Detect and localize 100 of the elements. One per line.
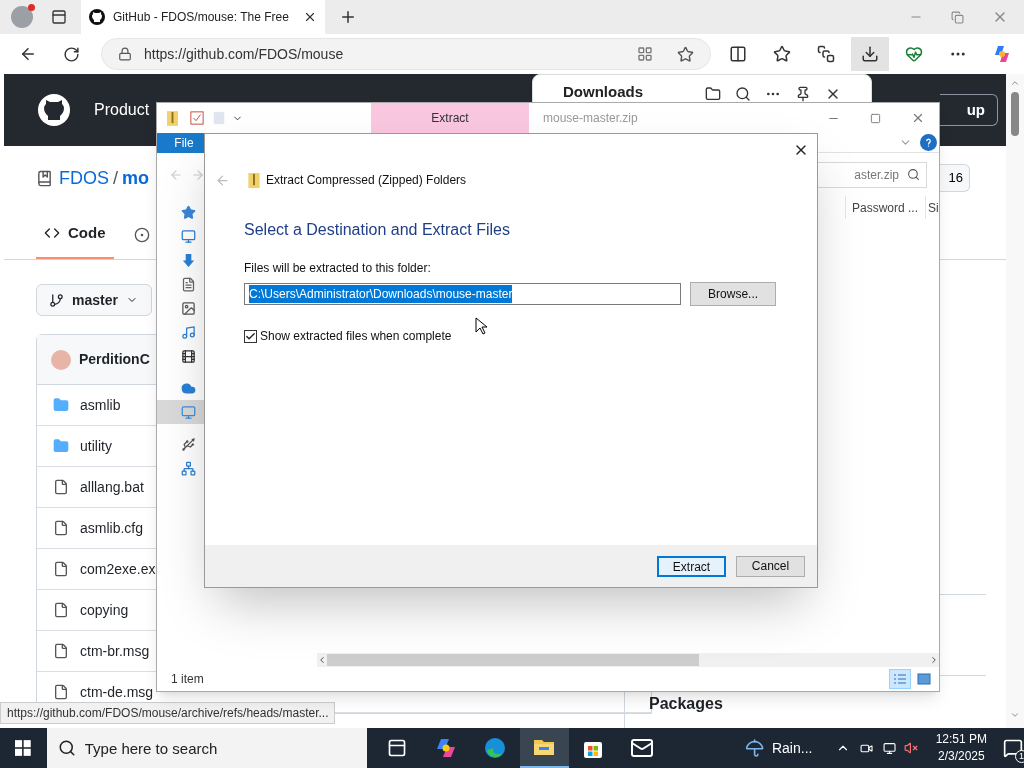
computer-icon — [181, 404, 196, 420]
profile-avatar[interactable] — [11, 6, 33, 28]
notification-count: 1 — [1015, 750, 1024, 763]
field-label: Files will be extracted to this folder: — [244, 260, 432, 277]
reload-icon[interactable] — [63, 45, 80, 63]
window-title: mouse-master.zip — [543, 110, 638, 127]
column-header[interactable]: Si — [925, 196, 939, 219]
umbrella-icon[interactable] — [744, 737, 764, 759]
usb-icon — [181, 436, 196, 452]
file-name-link[interactable]: utility — [80, 435, 112, 457]
start-icon[interactable] — [15, 739, 31, 757]
network-icon[interactable] — [882, 740, 896, 756]
back-icon[interactable] — [19, 45, 37, 63]
column-header[interactable]: Password ... — [845, 196, 925, 219]
help-icon[interactable] — [920, 134, 937, 151]
download-icon[interactable] — [851, 37, 889, 71]
repo-name-link[interactable]: mo — [122, 164, 150, 192]
notifications-button[interactable]: 1 — [1003, 736, 1024, 760]
branch-icon — [49, 292, 64, 308]
repo-tab[interactable]: Code — [36, 209, 114, 259]
file-name-link[interactable]: ctm-de.msg — [80, 681, 154, 703]
music-icon — [181, 324, 196, 340]
properties-icon[interactable] — [190, 111, 204, 125]
notification-icon — [1003, 738, 1024, 758]
destination-field[interactable]: C:\Users\Administrator\Downloads\mouse-master — [244, 283, 682, 305]
repo-owner-link[interactable]: FDOS — [59, 164, 109, 192]
file-name-link[interactable]: asmlib.cfg — [80, 517, 144, 539]
issues-icon[interactable] — [133, 227, 150, 243]
scrollbar-thumb[interactable] — [327, 654, 699, 666]
favorite-star-icon[interactable] — [677, 45, 694, 63]
horizontal-scrollbar[interactable] — [317, 653, 939, 667]
scroll-right-icon[interactable] — [929, 655, 939, 665]
forward-icon[interactable] — [191, 167, 205, 182]
tab-title: GitHub - FDOS/mouse: The Free — [113, 9, 290, 26]
film-icon — [181, 348, 196, 364]
checkbox-label[interactable]: Show extracted files when complete — [260, 327, 452, 345]
search-field[interactable]: Type here to search — [46, 728, 367, 768]
github-logo-icon[interactable] — [38, 94, 70, 126]
scrollbar[interactable] — [1006, 74, 1024, 728]
clock[interactable]: 12:51 PM 2/3/2025 — [935, 731, 987, 765]
ribbon-context-tab[interactable]: Extract — [431, 109, 469, 127]
maximize-icon[interactable] — [870, 112, 881, 124]
address-bar[interactable]: https://github.com/FDOS/mouse — [101, 38, 711, 70]
restore-icon[interactable] — [951, 10, 964, 24]
folder-icon[interactable] — [519, 728, 569, 768]
code-icon — [44, 225, 60, 241]
github-logo-icon — [89, 9, 105, 25]
close-tab-icon[interactable] — [303, 10, 317, 24]
file-name-link[interactable]: alllang.bat — [80, 476, 144, 498]
folder-icon — [53, 438, 69, 454]
repo-icon — [36, 169, 53, 187]
file-icon — [53, 561, 69, 577]
document-icon — [181, 276, 196, 292]
checkbox[interactable] — [244, 329, 257, 343]
mouse-cursor-icon — [475, 317, 487, 335]
browser-tab[interactable]: GitHub - FDOS/mouse: The Free — [81, 0, 325, 34]
url-text: https://github.com/FDOS/mouse — [144, 44, 345, 64]
new-tab-icon[interactable] — [339, 8, 357, 26]
browse-button[interactable]: Browse... — [690, 282, 776, 306]
scrollbar-thumb[interactable] — [1011, 92, 1019, 136]
search-icon[interactable] — [735, 86, 751, 102]
file-name-link[interactable]: copying — [80, 599, 129, 621]
search-icon — [907, 168, 920, 181]
zip-folder-icon — [248, 172, 260, 188]
zip-folder-icon[interactable] — [167, 110, 178, 126]
download-arrow-icon — [181, 252, 196, 268]
file-name-link[interactable]: ctm-br.msg — [80, 640, 150, 662]
extract-button[interactable]: Extract — [657, 555, 726, 577]
muted-speaker-icon[interactable] — [903, 740, 918, 756]
nav-link[interactable]: Product — [94, 98, 150, 122]
star-icon — [181, 204, 196, 220]
file-icon — [53, 643, 69, 659]
file-name-link[interactable]: asmlib — [80, 394, 121, 416]
folder-icon[interactable] — [705, 86, 721, 102]
pin-icon[interactable] — [795, 86, 811, 102]
weather-text[interactable]: Rain... — [771, 737, 813, 759]
monitor-icon — [181, 228, 196, 244]
star-count[interactable]: 16 — [940, 164, 970, 192]
lock-icon — [118, 47, 132, 61]
link-status-url: https://github.com/FDOS/mouse/archive/refs/heads/master... — [0, 702, 336, 724]
dialog-heading: Select a Destination and Extract Files — [244, 220, 511, 240]
commit-author[interactable]: PerditionC — [79, 349, 150, 370]
dialog-title: Extract Compressed (Zipped) Folders — [266, 172, 467, 189]
file-icon — [53, 520, 69, 536]
picture-icon — [181, 300, 196, 316]
time-text: 12:51 PM — [935, 731, 987, 748]
file-name-link[interactable]: com2exe.ex — [80, 558, 156, 580]
branch-button[interactable]: master — [36, 284, 152, 316]
cancel-button[interactable]: Cancel — [736, 555, 805, 577]
panel-title: Downloads — [563, 84, 643, 100]
path-separator: / — [113, 166, 119, 190]
search-text: aster.zip — [854, 166, 899, 184]
search-icon — [57, 739, 76, 757]
file-icon — [53, 479, 69, 495]
scroll-left-icon[interactable] — [317, 655, 327, 665]
file-icon — [53, 684, 69, 700]
cloud-icon — [181, 380, 196, 396]
apps-icon[interactable] — [637, 46, 653, 62]
file-icon — [53, 602, 69, 618]
tab-actions-icon[interactable] — [49, 7, 69, 27]
